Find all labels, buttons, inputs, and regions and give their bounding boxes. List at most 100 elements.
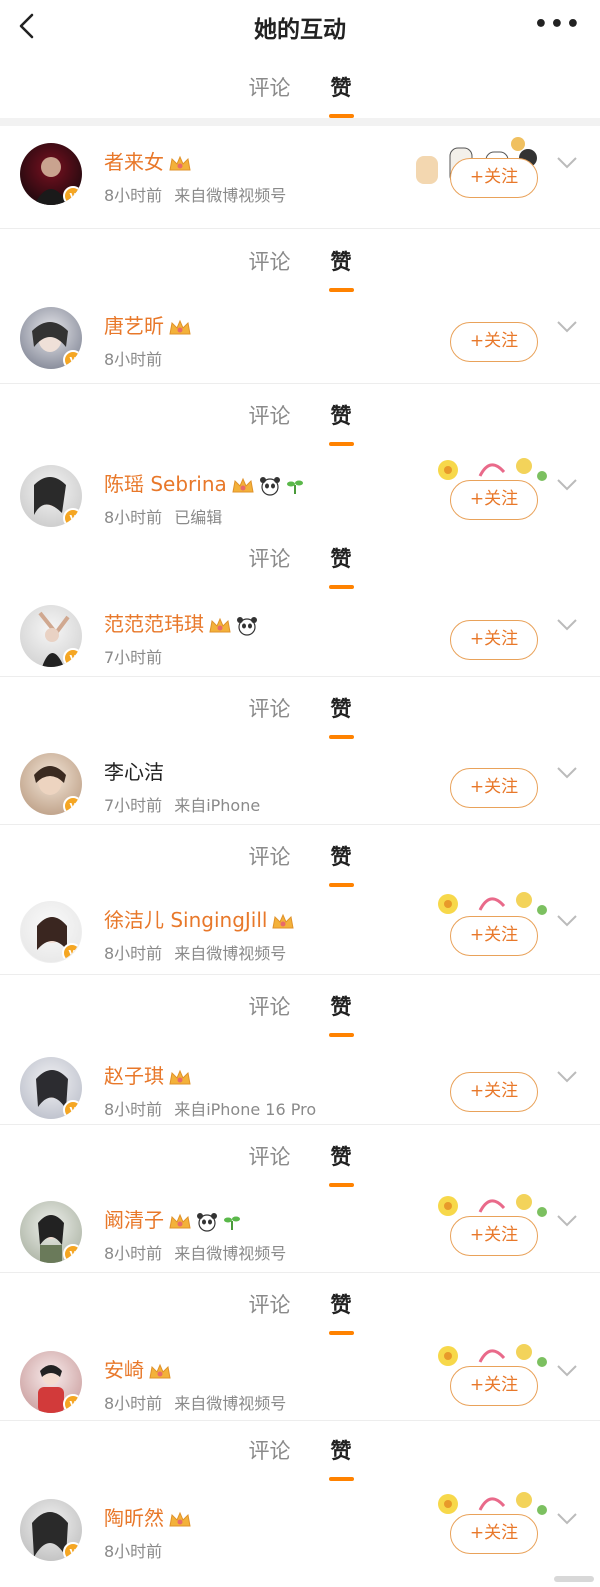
chevron-down-icon[interactable]: [556, 156, 578, 170]
chevron-down-icon[interactable]: [556, 1512, 578, 1526]
tab-like[interactable]: 赞: [328, 543, 354, 589]
tab-like[interactable]: 赞: [328, 841, 354, 887]
follow-button[interactable]: +关注: [450, 620, 538, 660]
verified-badge-icon: v: [63, 1542, 82, 1561]
verified-badge-icon: v: [63, 1244, 82, 1263]
verified-badge-icon: v: [63, 1100, 82, 1119]
post-meta: 8小时前 来自微博视频号: [104, 944, 287, 963]
list-item[interactable]: v 者来女 8小时前 来自微博视频号 +关注: [0, 126, 600, 226]
tab-comment[interactable]: 评论: [247, 991, 293, 1021]
divider: [0, 974, 600, 975]
follow-button[interactable]: +关注: [450, 1216, 538, 1256]
section-divider: [0, 118, 600, 126]
post-meta: 8小时前 来自微博视频号: [104, 186, 287, 205]
tab-like[interactable]: 赞: [328, 1141, 354, 1187]
tab-like[interactable]: 赞: [328, 400, 354, 446]
tab-like[interactable]: 赞: [328, 1289, 354, 1335]
tab-like[interactable]: 赞: [328, 1435, 354, 1481]
post-meta: 8小时前 来自微博视频号: [104, 1244, 287, 1263]
avatar[interactable]: v: [20, 1057, 82, 1119]
avatar[interactable]: v: [20, 753, 82, 815]
avatar[interactable]: v: [20, 901, 82, 963]
divider: [0, 1272, 600, 1273]
tab-like[interactable]: 赞: [328, 246, 354, 292]
follow-button[interactable]: +关注: [450, 480, 538, 520]
crown-icon: [169, 1069, 191, 1084]
list-item[interactable]: v 安崎 8小时前 来自微博视频号 +关注: [0, 1334, 600, 1434]
avatar[interactable]: v: [20, 465, 82, 527]
tab-comment[interactable]: 评论: [247, 1141, 293, 1171]
panda-icon: [259, 476, 280, 496]
avatar[interactable]: v: [20, 1499, 82, 1561]
post-meta: 7小时前: [104, 648, 163, 667]
more-icon[interactable]: •••: [534, 12, 582, 37]
post-meta: 7小时前 来自iPhone: [104, 796, 261, 815]
crown-icon: [169, 1511, 191, 1526]
list-item[interactable]: v 范范范玮琪 7小时前 +关注: [0, 588, 600, 688]
chevron-down-icon[interactable]: [556, 618, 578, 632]
tab-bar: 评论 赞: [0, 246, 600, 292]
tab-comment[interactable]: 评论: [247, 400, 293, 430]
user-name[interactable]: 唐艺昕: [104, 310, 192, 339]
verified-badge-icon: v: [63, 350, 82, 369]
list-item[interactable]: v 李心洁 7小时前 来自iPhone +关注: [0, 736, 600, 836]
user-name[interactable]: 安崎: [104, 1354, 172, 1383]
chevron-down-icon[interactable]: [556, 766, 578, 780]
tab-like[interactable]: 赞: [328, 72, 354, 118]
list-item[interactable]: v 陶昕然 8小时前 +关注: [0, 1482, 600, 1582]
chevron-down-icon[interactable]: [556, 1070, 578, 1084]
user-name[interactable]: 者来女: [104, 146, 192, 175]
tab-comment[interactable]: 评论: [247, 72, 293, 102]
follow-button[interactable]: +关注: [450, 1072, 538, 1112]
divider: [0, 228, 600, 229]
avatar[interactable]: v: [20, 1351, 82, 1413]
post-meta: 8小时前: [104, 1542, 163, 1561]
tab-bar: 评论 赞: [0, 400, 600, 446]
chevron-down-icon[interactable]: [556, 320, 578, 334]
tab-bar: 评论 赞: [0, 72, 600, 118]
user-name[interactable]: 赵子琪: [104, 1060, 192, 1089]
chevron-down-icon[interactable]: [556, 1364, 578, 1378]
follow-button[interactable]: +关注: [450, 1366, 538, 1406]
tab-bar: 评论 赞: [0, 841, 600, 887]
user-name[interactable]: 陶昕然: [104, 1502, 192, 1531]
chevron-down-icon[interactable]: [556, 1214, 578, 1228]
user-name[interactable]: 范范范玮琪: [104, 608, 258, 637]
tab-like[interactable]: 赞: [328, 693, 354, 739]
tab-comment[interactable]: 评论: [247, 246, 293, 276]
follow-button[interactable]: +关注: [450, 1514, 538, 1554]
tab-comment[interactable]: 评论: [247, 543, 293, 573]
follow-button[interactable]: +关注: [450, 158, 538, 198]
list-item[interactable]: v 赵子琪 8小时前 来自iPhone 16 Pro +关注: [0, 1040, 600, 1140]
verified-badge-icon: v: [63, 648, 82, 667]
follow-button[interactable]: +关注: [450, 322, 538, 362]
tab-like[interactable]: 赞: [328, 991, 354, 1037]
verified-badge-icon: v: [62, 943, 81, 962]
tab-comment[interactable]: 评论: [247, 841, 293, 871]
post-meta: 8小时前 来自iPhone 16 Pro: [104, 1100, 317, 1119]
follow-button[interactable]: +关注: [450, 768, 538, 808]
panda-icon: [237, 616, 257, 636]
user-name[interactable]: 徐洁儿 SingingJill: [104, 904, 295, 933]
tab-comment[interactable]: 评论: [247, 1289, 293, 1319]
avatar[interactable]: v: [20, 1201, 82, 1263]
list-item[interactable]: v 唐艺昕 8小时前 +关注: [0, 290, 600, 390]
verified-badge-icon: v: [63, 508, 82, 527]
crown-icon: [169, 155, 191, 170]
list-item[interactable]: v 徐洁儿 SingingJill 8小时前 来自微博视频号 +关注: [0, 884, 600, 984]
tab-comment[interactable]: 评论: [247, 693, 293, 723]
user-name[interactable]: 陈瑶 Sebrina: [104, 468, 305, 497]
tab-comment[interactable]: 评论: [247, 1435, 293, 1465]
avatar[interactable]: v: [20, 605, 82, 667]
chevron-down-icon[interactable]: [556, 478, 578, 492]
avatar[interactable]: v: [20, 143, 82, 205]
user-name[interactable]: 阚清子: [104, 1204, 242, 1233]
user-name[interactable]: 李心洁: [104, 756, 164, 785]
list-item[interactable]: v 陈瑶 Sebrina 8小时前 已编辑 +关注: [0, 448, 600, 548]
chevron-down-icon[interactable]: [556, 914, 578, 928]
follow-button[interactable]: +关注: [450, 916, 538, 956]
verified-badge-icon: v: [63, 796, 82, 815]
tab-bar: 评论 赞: [0, 1289, 600, 1335]
avatar[interactable]: v: [20, 307, 82, 369]
list-item[interactable]: v 阚清子 8小时前 来自微博视频号 +关注: [0, 1184, 600, 1284]
